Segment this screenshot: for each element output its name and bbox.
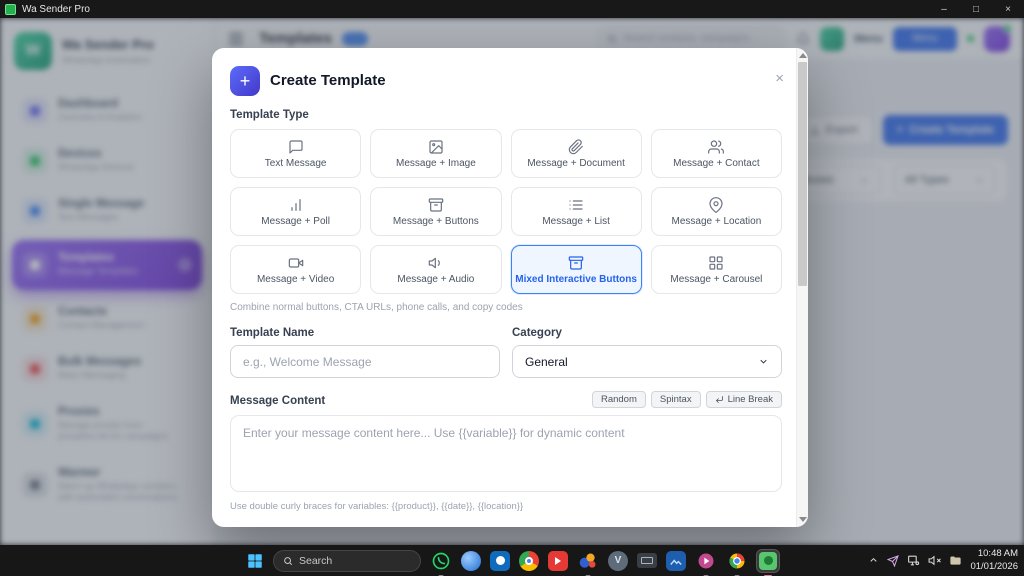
create-template-icon: + bbox=[230, 66, 260, 96]
taskbar-people-icon[interactable] bbox=[577, 550, 599, 572]
category-select[interactable]: General bbox=[512, 345, 782, 378]
taskbar-clock[interactable]: 10:48 AM 01/01/2026 bbox=[970, 548, 1018, 573]
archive-box-icon bbox=[428, 197, 444, 213]
type-card-message-contact[interactable]: Message + Contact bbox=[651, 129, 782, 178]
chevron-down-icon bbox=[758, 356, 769, 367]
paperclip-icon bbox=[568, 139, 584, 155]
taskbar-wa-sender-pro-icon[interactable] bbox=[757, 550, 779, 572]
type-card-message-image[interactable]: Message + Image bbox=[370, 129, 501, 178]
scrollbar-thumb[interactable] bbox=[798, 62, 807, 286]
modal-scrollbar[interactable] bbox=[796, 48, 808, 527]
type-card-message-document[interactable]: Message + Document bbox=[511, 129, 642, 178]
message-content-label: Message Content bbox=[230, 395, 325, 407]
taskbar-media-red-icon[interactable] bbox=[548, 551, 568, 571]
create-template-modal: + Create Template × Template Type Text M… bbox=[212, 48, 808, 527]
type-card-message-buttons[interactable]: Message + Buttons bbox=[370, 187, 501, 236]
corner-down-left-icon bbox=[715, 395, 724, 404]
template-type-grid: Text Message Message + Image Message + D… bbox=[230, 129, 782, 294]
tray-network-icon[interactable] bbox=[907, 554, 920, 567]
start-button[interactable] bbox=[246, 552, 264, 570]
bar-chart-icon bbox=[288, 197, 304, 213]
taskbar-media-player-icon[interactable] bbox=[695, 550, 717, 572]
type-card-message-list[interactable]: Message + List bbox=[511, 187, 642, 236]
clock-time: 10:48 AM bbox=[970, 548, 1018, 560]
taskbar-browser2-icon[interactable] bbox=[726, 550, 748, 572]
spintax-button[interactable]: Spintax bbox=[651, 391, 701, 408]
video-camera-icon bbox=[288, 255, 304, 271]
users-icon bbox=[708, 139, 724, 155]
type-card-message-audio[interactable]: Message + Audio bbox=[370, 245, 501, 294]
tray-send-arrow-icon[interactable] bbox=[887, 555, 899, 567]
taskbar: Search V bbox=[0, 545, 1024, 576]
type-card-message-poll[interactable]: Message + Poll bbox=[230, 187, 361, 236]
tray-mute-speaker-icon[interactable] bbox=[928, 554, 941, 567]
taskbar-gray-app-icon[interactable]: V bbox=[608, 551, 628, 571]
map-pin-icon bbox=[708, 197, 724, 213]
clock-date: 01/01/2026 bbox=[970, 561, 1018, 573]
type-card-message-carousel[interactable]: Message + Carousel bbox=[651, 245, 782, 294]
template-type-label: Template Type bbox=[230, 109, 309, 121]
grid-icon bbox=[708, 255, 724, 271]
window-titlebar: Wa Sender Pro – □ × bbox=[0, 0, 1024, 18]
screen: Wa Sender Pro – □ × W Wa Sender Pro What… bbox=[0, 0, 1024, 576]
modal-title: Create Template bbox=[270, 72, 386, 89]
archive-box-icon bbox=[568, 255, 584, 271]
scroll-down-arrow-icon[interactable] bbox=[799, 517, 807, 522]
image-icon bbox=[428, 139, 444, 155]
category-label: Category bbox=[512, 327, 562, 339]
window-title: Wa Sender Pro bbox=[22, 4, 90, 15]
chat-bubble-icon bbox=[288, 139, 304, 155]
taskbar-search-input[interactable]: Search bbox=[273, 550, 421, 572]
type-hint-text: Combine normal buttons, CTA URLs, phone … bbox=[230, 302, 523, 313]
type-card-mixed-interactive-buttons[interactable]: Mixed Interactive Buttons bbox=[511, 245, 642, 294]
speaker-icon bbox=[428, 255, 444, 271]
maximize-button[interactable]: □ bbox=[960, 0, 992, 18]
type-card-message-location[interactable]: Message + Location bbox=[651, 187, 782, 236]
taskbar-outlook-icon[interactable] bbox=[490, 551, 510, 571]
list-icon bbox=[568, 197, 584, 213]
random-button[interactable]: Random bbox=[592, 391, 646, 408]
type-card-text-message[interactable]: Text Message bbox=[230, 129, 361, 178]
taskbar-keyboard-icon[interactable] bbox=[637, 553, 657, 568]
tray-chevron-up-icon[interactable] bbox=[868, 555, 879, 566]
app-icon bbox=[5, 4, 16, 15]
taskbar-whatsapp-icon[interactable] bbox=[430, 550, 452, 572]
taskbar-photos-icon[interactable] bbox=[666, 551, 686, 571]
line-break-button[interactable]: Line Break bbox=[706, 391, 782, 408]
template-name-label: Template Name bbox=[230, 327, 314, 339]
close-modal-icon[interactable]: × bbox=[775, 70, 784, 87]
scroll-up-arrow-icon[interactable] bbox=[799, 53, 807, 58]
taskbar-chrome-icon[interactable] bbox=[519, 551, 539, 571]
variables-hint: Use double curly braces for variables: {… bbox=[230, 501, 523, 512]
template-name-input[interactable] bbox=[230, 345, 500, 378]
minimize-button[interactable]: – bbox=[928, 0, 960, 18]
message-tools: Random Spintax Line Break bbox=[592, 391, 782, 408]
close-window-button[interactable]: × bbox=[992, 0, 1024, 18]
message-content-textarea[interactable] bbox=[230, 415, 782, 492]
tray-folder-icon[interactable] bbox=[949, 554, 962, 567]
taskbar-browser-icon[interactable] bbox=[461, 551, 481, 571]
search-icon bbox=[283, 556, 293, 566]
type-card-message-video[interactable]: Message + Video bbox=[230, 245, 361, 294]
